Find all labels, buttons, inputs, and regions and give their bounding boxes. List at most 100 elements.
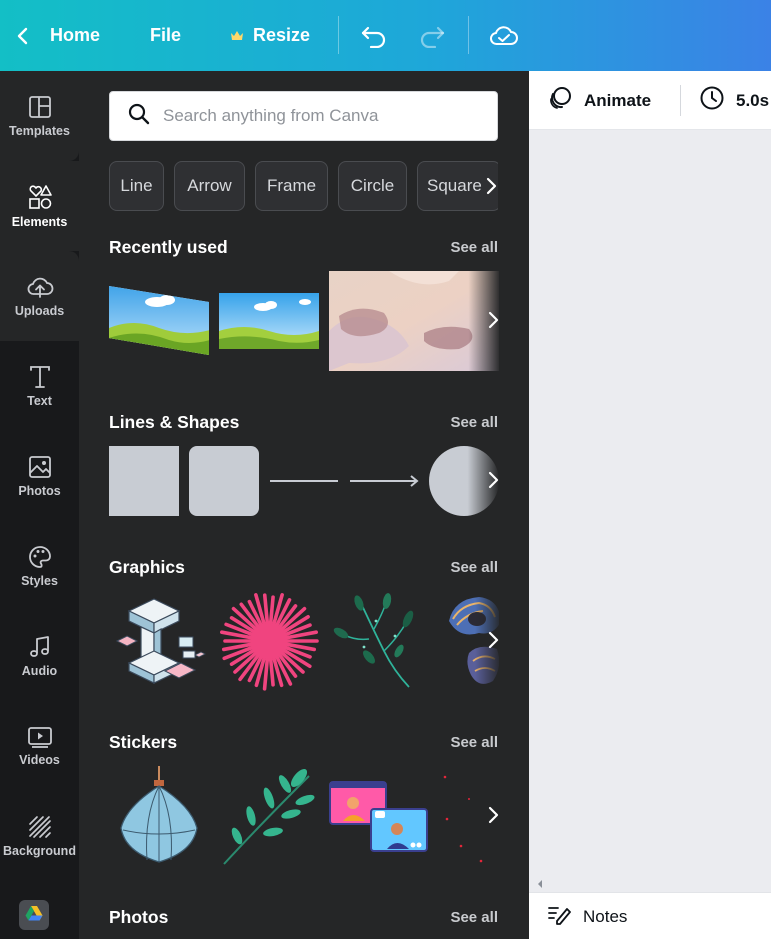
left-rail: Templates Elements Uploads Text Photos S… (0, 71, 79, 939)
music-note-icon (27, 634, 53, 664)
chevron-left-icon (16, 26, 30, 46)
resize-button[interactable]: Resize (230, 0, 310, 71)
rail-item-styles[interactable]: Styles (0, 521, 79, 611)
hatch-icon (27, 814, 53, 844)
graphic-pink-burst[interactable] (219, 591, 319, 691)
rail-label-background: Background (3, 844, 76, 858)
shape-rounded-square[interactable] (189, 446, 259, 516)
recent-landscape-skewed[interactable] (109, 282, 210, 357)
chevron-right-icon (483, 631, 503, 655)
animate-icon (547, 85, 573, 116)
recent-next-button[interactable] (483, 309, 503, 333)
section-title-recently-used: Recently used (109, 237, 228, 257)
canvas-area[interactable] (529, 130, 771, 870)
graphic-isometric-letter[interactable] (109, 591, 209, 691)
chip-arrow[interactable]: Arrow (174, 161, 245, 211)
recent-watercolor[interactable] (329, 271, 499, 371)
section-title-stickers: Stickers (109, 732, 178, 752)
shape-line[interactable] (269, 471, 339, 491)
rail-item-background[interactable]: Background (0, 791, 79, 881)
file-menu-button[interactable]: File (150, 0, 181, 71)
chips-next-button[interactable] (481, 176, 501, 196)
rail-item-audio[interactable]: Audio (0, 611, 79, 701)
rail-item-templates[interactable]: Templates (0, 71, 79, 161)
home-button[interactable]: Home (16, 0, 100, 71)
chevron-right-icon (481, 177, 501, 200)
google-drive-icon (25, 905, 43, 926)
rail-label-videos: Videos (19, 753, 60, 767)
rail-item-elements[interactable]: Elements (0, 161, 79, 251)
rail-item-uploads[interactable]: Uploads (0, 251, 79, 341)
video-icon (26, 725, 54, 753)
home-label: Home (50, 25, 101, 45)
chip-line[interactable]: Line (109, 161, 164, 211)
shape-arrow[interactable] (349, 471, 420, 491)
text-icon (28, 364, 52, 394)
divider (338, 16, 339, 54)
rail-label-templates: Templates (9, 124, 70, 138)
elements-icon (26, 183, 54, 215)
chip-circle[interactable]: Circle (338, 161, 407, 211)
notes-button[interactable]: Notes (547, 893, 627, 939)
chip-row: Line Arrow Frame Circle Square (109, 161, 498, 211)
elements-panel: Line Arrow Frame Circle Square Recently … (79, 71, 529, 939)
notes-icon (547, 903, 571, 930)
divider (468, 16, 469, 54)
drive-app-button[interactable] (19, 900, 49, 930)
recent-landscape[interactable] (219, 293, 319, 349)
clock-icon (699, 85, 725, 116)
duration-button[interactable]: 5.0s (699, 71, 769, 130)
chevron-right-icon (483, 311, 503, 335)
redo-icon (418, 24, 446, 48)
animate-label: Animate (584, 90, 652, 110)
search-box (109, 91, 498, 141)
resize-label: Resize (253, 25, 311, 45)
rail-label-audio: Audio (21, 664, 58, 678)
graphic-leaf-branch[interactable] (329, 591, 429, 691)
animate-button[interactable]: Animate (547, 71, 651, 130)
rail-label-text: Text (27, 394, 52, 408)
rail-item-text[interactable]: Text (0, 341, 79, 431)
see-all-photos[interactable]: See all (450, 909, 498, 926)
graphics-next-button[interactable] (483, 629, 503, 653)
search-input[interactable] (163, 106, 463, 126)
see-all-stickers[interactable]: See all (450, 734, 498, 751)
rail-label-uploads: Uploads (14, 304, 65, 318)
horizontal-scrollbar[interactable] (529, 870, 771, 892)
cloud-check-icon (489, 24, 519, 48)
see-all-graphics[interactable]: See all (450, 559, 498, 576)
editor-toolbar: Animate 5.0s (529, 71, 771, 130)
search-icon (110, 103, 163, 130)
sticker-video-call[interactable] (329, 781, 429, 853)
rail-label-elements: Elements (11, 215, 68, 229)
bottom-bar: Notes (529, 892, 771, 939)
top-bar: Home File Resize (0, 0, 771, 71)
section-title-lines-shapes: Lines & Shapes (109, 412, 240, 432)
file-label: File (150, 25, 182, 45)
crown-icon (230, 30, 244, 42)
templates-icon (27, 94, 53, 124)
see-all-recently-used[interactable]: See all (450, 239, 498, 256)
rail-label-photos: Photos (18, 484, 61, 498)
section-title-photos: Photos (109, 907, 169, 927)
section-title-graphics: Graphics (109, 557, 185, 577)
chevron-right-icon (483, 471, 503, 495)
sticker-ornament[interactable] (109, 766, 209, 866)
duration-label: 5.0s (736, 90, 770, 110)
rail-label-styles: Styles (21, 574, 58, 588)
rail-item-photos[interactable]: Photos (0, 431, 79, 521)
chip-frame[interactable]: Frame (255, 161, 328, 211)
undo-icon (360, 24, 388, 48)
stickers-next-button[interactable] (483, 804, 503, 828)
image-icon (27, 454, 53, 484)
redo-button[interactable] (418, 0, 446, 71)
see-all-lines-shapes[interactable]: See all (450, 414, 498, 431)
rail-item-videos[interactable]: Videos (0, 701, 79, 791)
shape-square[interactable] (109, 446, 179, 516)
undo-button[interactable] (360, 0, 388, 71)
save-status-button[interactable] (489, 0, 519, 71)
sticker-leaves[interactable] (219, 766, 319, 866)
palette-icon (27, 544, 53, 574)
shapes-next-button[interactable] (483, 469, 503, 493)
divider (680, 85, 681, 116)
